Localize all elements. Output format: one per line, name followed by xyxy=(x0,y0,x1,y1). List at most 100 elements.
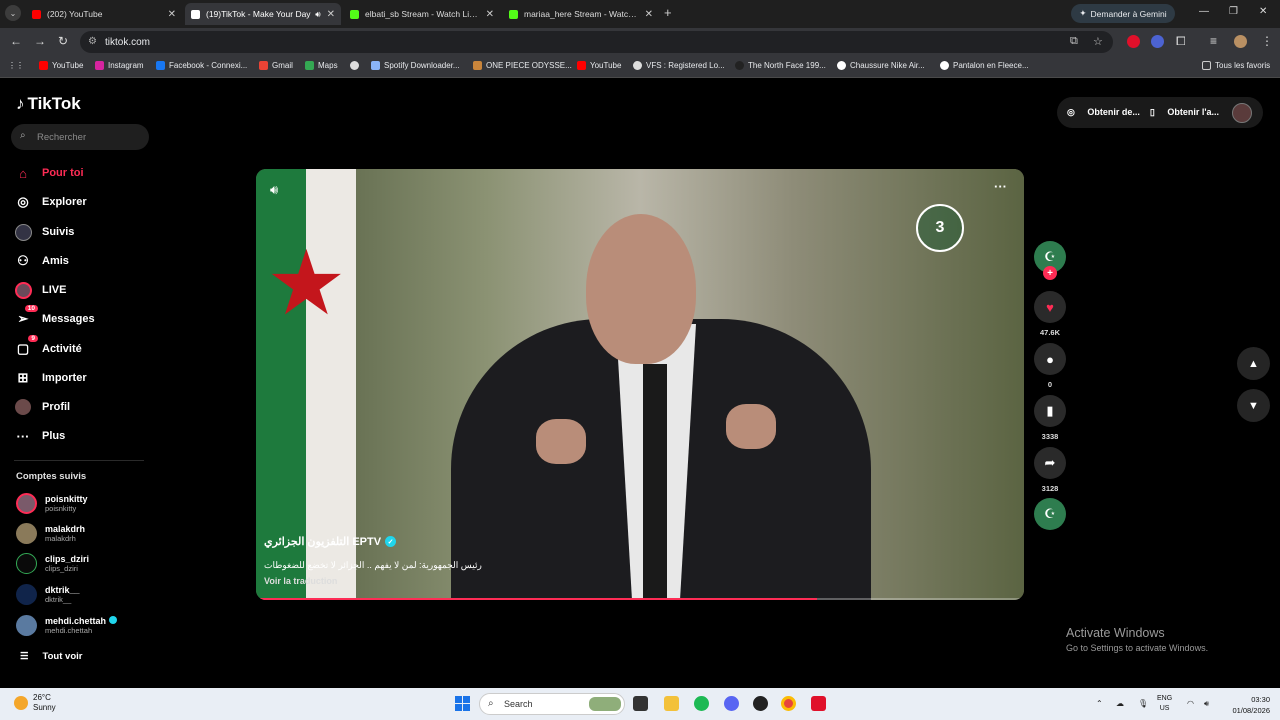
bookmark-youtube[interactable]: YouTube xyxy=(39,61,83,70)
volume-icon[interactable]: 🔊︎ xyxy=(1204,699,1209,709)
bookmark-spotify[interactable]: Spotify Downloader... xyxy=(371,61,460,70)
tab-strip: ⌄ (202) YouTube ✕ (19)TikTok - Make Your… xyxy=(0,0,1280,28)
get-coins-button[interactable]: ◎ Obtenir de... xyxy=(1067,107,1140,118)
extension-icon[interactable] xyxy=(1127,35,1140,48)
comment-button[interactable]: ● xyxy=(1034,343,1066,375)
followed-account[interactable]: malakdrh malakdrh xyxy=(16,523,85,544)
taskbar-search[interactable]: ⌕ Search xyxy=(479,693,625,715)
close-tab-icon[interactable]: ✕ xyxy=(168,9,176,20)
file-explorer-icon[interactable] xyxy=(664,696,679,711)
language-indicator[interactable]: ENG US xyxy=(1157,694,1172,714)
all-bookmarks-folder[interactable]: Tous les favoris xyxy=(1202,61,1270,70)
bookmark-gmail[interactable]: Gmail xyxy=(259,61,293,70)
apps-grid-icon[interactable]: ⋮⋮ xyxy=(8,61,24,70)
spotify-icon[interactable] xyxy=(694,696,709,711)
tab-youtube[interactable]: (202) YouTube ✕ xyxy=(26,3,182,25)
app-icon[interactable] xyxy=(811,696,826,711)
close-window-button[interactable]: ✕ xyxy=(1259,6,1267,17)
account-name-text: mehdi.chettah xyxy=(45,616,107,626)
show-hidden-icons[interactable]: ⌃ xyxy=(1096,699,1103,708)
search-input[interactable]: ⌕ Rechercher xyxy=(11,124,149,150)
bookmark-vfs[interactable]: VFS : Registered Lo... xyxy=(633,61,725,70)
nav-pour-toi[interactable]: ⌂ Pour toi xyxy=(14,164,84,182)
forward-button[interactable]: → xyxy=(34,34,46,48)
bookmark-star-icon[interactable]: ☆ xyxy=(1093,35,1103,48)
bookmark-nike[interactable]: Chaussure Nike Air... xyxy=(837,61,925,70)
nav-explorer[interactable]: ◎ Explorer xyxy=(14,193,86,211)
tab-kick-mariaa[interactable]: mariaa_here Stream - Watch Liv ✕ xyxy=(503,3,659,25)
share-button[interactable]: ➦ xyxy=(1034,447,1066,479)
nav-suivis[interactable]: Suivis xyxy=(14,223,74,241)
followed-account[interactable]: dktrik__ dktrik__ xyxy=(16,584,80,605)
new-tab-button[interactable]: + xyxy=(664,5,672,20)
clock[interactable]: 03:30 01/08/2026 xyxy=(1222,694,1270,716)
cloud-icon[interactable]: ☁ xyxy=(1116,699,1124,708)
translate-link[interactable]: Voir la traduction xyxy=(264,576,337,586)
bookmark-maps[interactable]: Maps xyxy=(305,61,338,70)
close-tab-icon[interactable]: ✕ xyxy=(327,9,335,20)
nav-messages[interactable]: ➢ 10 Messages xyxy=(14,305,95,328)
nav-plus[interactable]: ··· Plus xyxy=(14,427,66,445)
video-progress-bar[interactable] xyxy=(256,598,1024,600)
previous-video-button[interactable]: ▲ xyxy=(1237,347,1270,380)
profile-avatar[interactable] xyxy=(1232,103,1252,123)
site-info-icon[interactable]: ⚙ xyxy=(88,36,97,47)
weather-widget[interactable]: 26°C Sunny xyxy=(14,693,56,713)
nav-profil[interactable]: Profil xyxy=(14,398,70,416)
bookmark-pantalon[interactable]: Pantalon en Fleece... xyxy=(940,61,1029,70)
followed-account[interactable]: clips_dziri clips_dziri xyxy=(16,553,89,574)
tab-search-button[interactable]: ⌄ xyxy=(5,5,21,21)
close-tab-icon[interactable]: ✕ xyxy=(645,9,653,20)
extensions-puzzle-icon[interactable]: ⧠ xyxy=(1176,34,1186,49)
microphone-icon[interactable]: 🎙︎ xyxy=(1138,699,1148,708)
steam-icon[interactable] xyxy=(753,696,768,711)
start-button[interactable] xyxy=(455,696,470,711)
follow-plus-button[interactable]: + xyxy=(1043,266,1057,280)
music-disc[interactable]: ☪ xyxy=(1034,498,1066,530)
bookmark-onepiece[interactable]: ONE PIECE ODYSSE... xyxy=(473,61,572,70)
minimize-button[interactable]: — xyxy=(1199,6,1209,17)
reload-button[interactable]: ↻ xyxy=(58,34,68,48)
nav-activite[interactable]: ▢ 9 Activité xyxy=(14,335,82,358)
address-bar[interactable]: ⚙ tiktok.com ⧉ ☆ xyxy=(80,31,1113,53)
nav-label: Pour toi xyxy=(42,167,84,179)
see-all-button[interactable]: ☰ Tout voir xyxy=(20,651,82,662)
task-view-icon[interactable] xyxy=(633,696,648,711)
profile-avatar[interactable] xyxy=(1234,35,1247,48)
video-player[interactable]: ★ 🔊︎ ··· 3 التلفزيون الجزائري EPTV ✓ رئيس… xyxy=(256,169,1024,600)
save-button[interactable]: ▮ xyxy=(1034,395,1066,427)
followed-account[interactable]: poisnkitty poisnkitty xyxy=(16,493,88,514)
wifi-icon[interactable]: ◠ xyxy=(1187,699,1194,708)
get-app-button[interactable]: ▯ Obtenir l'a... xyxy=(1150,107,1219,118)
bookmark-northface[interactable]: The North Face 199... xyxy=(735,61,826,70)
restore-button[interactable]: ❐ xyxy=(1229,6,1238,17)
back-button[interactable]: ← xyxy=(10,34,22,48)
nav-importer[interactable]: ⊞ Importer xyxy=(14,369,87,387)
bookmark-globe[interactable] xyxy=(350,61,359,70)
bookmark-facebook[interactable]: Facebook - Connexi... xyxy=(156,61,247,70)
tiktok-logo[interactable]: ♪ TikTok xyxy=(16,94,81,114)
video-author[interactable]: التلفزيون الجزائري EPTV ✓ xyxy=(264,535,397,548)
followed-account[interactable]: mehdi.chettah mehdi.chettah xyxy=(16,615,117,636)
gemini-button[interactable]: ✦ Demander à Gemini xyxy=(1071,4,1175,23)
install-app-icon[interactable]: ⧉ xyxy=(1070,35,1078,48)
more-options-icon[interactable]: ··· xyxy=(994,179,1007,194)
tab-kick-elbati[interactable]: elbati_sb Stream - Watch Live o ✕ xyxy=(344,3,500,25)
chrome-icon[interactable] xyxy=(781,696,796,711)
nav-live[interactable]: LIVE xyxy=(14,281,66,299)
bookmark-instagram[interactable]: Instagram xyxy=(95,61,144,70)
volume-icon[interactable]: 🔊︎ xyxy=(270,182,278,198)
close-tab-icon[interactable]: ✕ xyxy=(486,9,494,20)
media-controls-icon[interactable]: ≡ xyxy=(1210,34,1217,48)
next-video-button[interactable]: ▼ xyxy=(1237,389,1270,422)
kick-icon xyxy=(509,9,518,19)
discord-icon[interactable] xyxy=(724,696,739,711)
bookmark-youtube-2[interactable]: YouTube xyxy=(577,61,621,70)
speaker-icon[interactable]: 🔊︎ xyxy=(315,9,320,20)
nav-amis[interactable]: ⚇ Amis xyxy=(14,252,69,270)
activate-title: Activate Windows xyxy=(1066,626,1165,640)
extension-icon[interactable] xyxy=(1151,35,1164,48)
tab-tiktok[interactable]: (19)TikTok - Make Your Day 🔊︎ ✕ xyxy=(185,3,341,25)
like-button[interactable]: ♥ xyxy=(1034,291,1066,323)
menu-kebab-icon[interactable]: ⋮ xyxy=(1261,34,1273,48)
